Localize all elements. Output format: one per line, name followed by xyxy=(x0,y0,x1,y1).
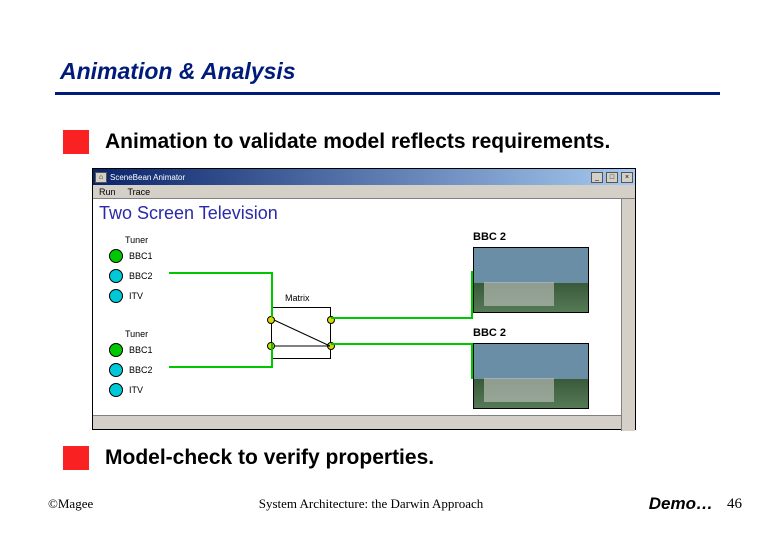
screen1-thumbnail xyxy=(473,247,589,313)
channel-label: ITV xyxy=(129,291,143,301)
bullet-1: Animation to validate model reflects req… xyxy=(63,130,610,154)
port-dot[interactable] xyxy=(109,343,123,357)
scrollbar-vertical[interactable] xyxy=(621,199,635,431)
tuner2-label: Tuner xyxy=(125,329,148,339)
connector xyxy=(331,343,473,345)
matrix-component[interactable] xyxy=(271,307,331,359)
channel-label: BBC2 xyxy=(129,365,153,375)
bullet-2: Model-check to verify properties. xyxy=(63,446,434,470)
app-heading: Two Screen Television xyxy=(99,203,278,224)
canvas-area: Two Screen Television Tuner BBC1 BBC2 IT… xyxy=(93,199,635,429)
minimize-button[interactable]: _ xyxy=(591,172,603,183)
app-icon: ⌂ xyxy=(95,172,107,183)
maximize-button[interactable]: □ xyxy=(606,172,618,183)
slide-title: Animation & Analysis xyxy=(60,58,296,85)
connector xyxy=(271,272,273,317)
bullet-square-icon xyxy=(63,446,89,470)
port-dot[interactable] xyxy=(109,289,123,303)
connector xyxy=(271,343,273,368)
screen2-thumbnail xyxy=(473,343,589,409)
slide-footer: ©Magee System Architecture: the Darwin A… xyxy=(48,494,742,514)
demo-link[interactable]: Demo… xyxy=(649,494,713,514)
matrix-routing-icon xyxy=(272,308,332,360)
connector xyxy=(169,366,271,368)
window-titlebar: ⌂ SceneBean Animator _ □ × xyxy=(93,169,635,185)
port-dot[interactable] xyxy=(109,269,123,283)
bullet-1-text: Animation to validate model reflects req… xyxy=(105,130,610,154)
port-dot[interactable] xyxy=(109,363,123,377)
title-underline xyxy=(55,92,720,95)
channel-label: BBC1 xyxy=(129,251,153,261)
screen1-caption: BBC 2 xyxy=(473,231,506,243)
port-dot[interactable] xyxy=(109,249,123,263)
channel-label: BBC2 xyxy=(129,271,153,281)
menu-run[interactable]: Run xyxy=(99,187,116,197)
bullet-2-text: Model-check to verify properties. xyxy=(105,446,434,470)
copyright: ©Magee xyxy=(48,496,93,512)
animator-screenshot: ⌂ SceneBean Animator _ □ × Run Trace Two… xyxy=(92,168,636,430)
connector xyxy=(169,272,271,274)
matrix-label: Matrix xyxy=(285,293,310,303)
connector xyxy=(331,317,473,319)
close-button[interactable]: × xyxy=(621,172,633,183)
menu-bar: Run Trace xyxy=(93,185,635,199)
channel-label: BBC1 xyxy=(129,345,153,355)
page-number: 46 xyxy=(727,496,742,513)
screen2-caption: BBC 2 xyxy=(473,327,506,339)
channel-label: ITV xyxy=(129,385,143,395)
footer-center: System Architecture: the Darwin Approach xyxy=(93,496,649,512)
scrollbar-horizontal[interactable] xyxy=(93,415,621,429)
port-dot[interactable] xyxy=(109,383,123,397)
tuner1-label: Tuner xyxy=(125,235,148,245)
bullet-square-icon xyxy=(63,130,89,154)
window-title: SceneBean Animator xyxy=(110,173,588,182)
menu-trace[interactable]: Trace xyxy=(128,187,151,197)
